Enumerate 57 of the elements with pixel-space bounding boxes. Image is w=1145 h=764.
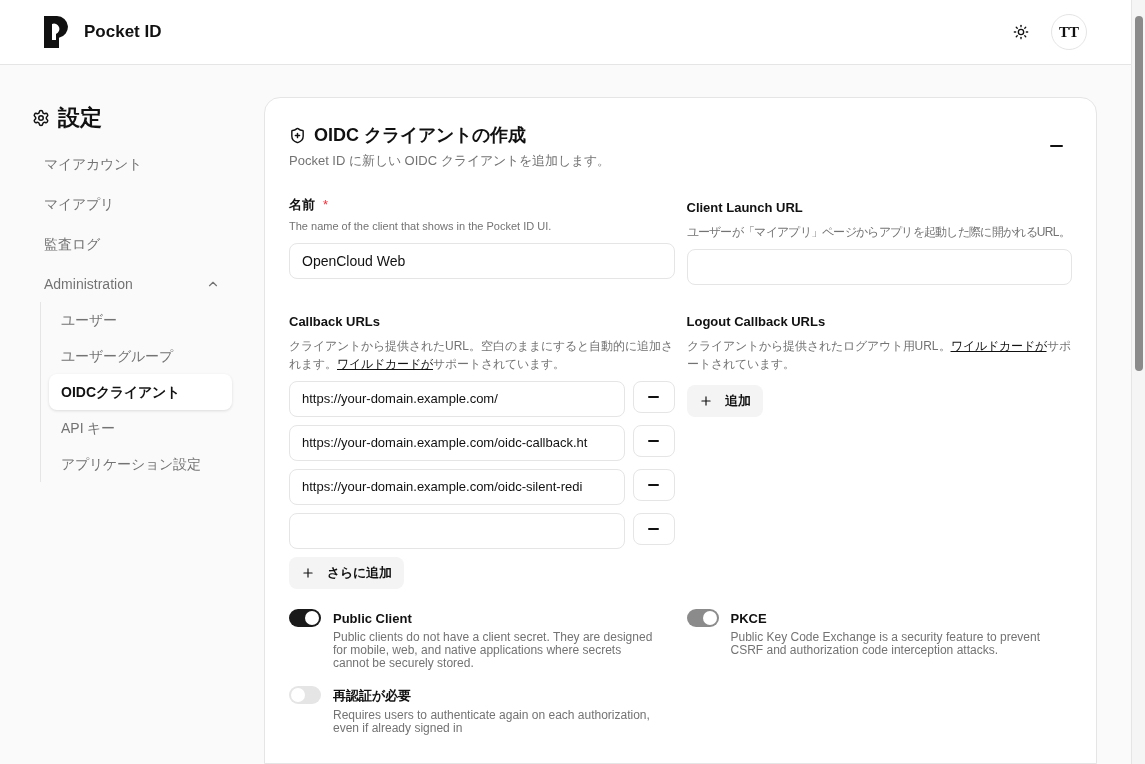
field-label: Callback URLs	[289, 313, 381, 329]
scrollbar[interactable]	[1131, 0, 1145, 764]
minus-icon	[648, 439, 659, 442]
app-name: Pocket ID	[84, 21, 162, 44]
toggle-description: Public clients do not have a client secret. They are designed for mobile, web, and native applications where secrets cannot be securely stored.	[333, 631, 654, 670]
add-more-button[interactable]: さらに追加	[289, 556, 404, 589]
callback-url-input[interactable]: https://your-domain.example.com/oidc-silent-redi	[289, 468, 625, 505]
remove-url-button[interactable]	[632, 468, 675, 501]
wildcard-link[interactable]: ワイルドカードが	[337, 356, 433, 371]
required-mark: *	[323, 195, 329, 214]
sidebar-item[interactable]: マイアプリ	[32, 186, 232, 222]
add-button[interactable]: 追加	[686, 384, 763, 417]
field-label: Client Launch URL	[686, 199, 803, 215]
sidebar-item[interactable]: ユーザーグループ	[49, 338, 232, 374]
card-title: OIDC クライアントの作成	[314, 124, 526, 147]
toggle-description: Public Key Code Exchange is a security feature to prevent CSRF and authorization code interception attacks.	[730, 631, 1041, 657]
field-hint: The name of the client that shows in the Pocket ID UI.	[289, 219, 553, 234]
field-hint: ユーザーが「マイアプリ」ページからアプリを起動した際に開かれるURL。	[686, 223, 1071, 241]
sidebar-item[interactable]: API キー	[49, 410, 232, 446]
field-label: Logout Callback URLs	[686, 313, 826, 329]
sidebar-item[interactable]: OIDCクライアント	[49, 374, 232, 410]
minus-icon	[648, 527, 659, 530]
sidebar-item[interactable]: アプリケーション設定	[49, 446, 232, 482]
toggle-label: PKCE	[730, 609, 768, 628]
toggle-switch[interactable]	[289, 608, 321, 627]
remove-url-button[interactable]	[632, 424, 675, 457]
sidebar-item[interactable]: ユーザー	[49, 302, 232, 338]
settings-icon	[32, 108, 50, 127]
wildcard-link[interactable]: ワイルドカードが	[950, 338, 1047, 353]
minus-icon	[648, 395, 659, 398]
field-label: 名前	[289, 195, 315, 214]
toggle-label: Public Client	[333, 609, 413, 628]
launch-url-input[interactable]	[686, 248, 1072, 285]
settings-title: 設定	[58, 104, 102, 132]
remove-url-button[interactable]	[632, 380, 675, 413]
user-avatar[interactable]: TT	[1051, 14, 1087, 50]
field-hint: クライアントから提供されたURL。空白のままにすると自動的に追加されます。ワイルドカードがサポートされています。	[289, 337, 674, 373]
toggle-switch[interactable]	[289, 686, 321, 704]
field-hint: クライアントから提供されたログアウト用URL。ワイルドカードがサポートされています。	[686, 337, 1072, 373]
plus-icon	[301, 565, 315, 580]
name-input[interactable]: OpenCloud Web	[289, 242, 675, 279]
sidebar-item[interactable]: マイアカウント	[32, 146, 232, 182]
plus-icon	[698, 393, 713, 408]
remove-url-button[interactable]	[632, 512, 675, 545]
callback-url-input[interactable]: https://your-domain.example.com/oidc-callback.ht	[289, 424, 625, 461]
shield-plus-icon	[289, 127, 306, 144]
callback-url-input[interactable]: https://your-domain.example.com/	[289, 380, 625, 417]
sidebar-item[interactable]: 監査ログ	[32, 226, 232, 262]
minus-icon	[648, 483, 659, 486]
toggle-label: 再認証が必要	[333, 687, 412, 705]
minus-icon	[1049, 145, 1063, 147]
sidebar-group[interactable]: Administration	[32, 266, 232, 302]
callback-url-input[interactable]	[289, 512, 625, 549]
card-subtitle: Pocket ID に新しい OIDC クライアントを追加します。	[289, 152, 610, 170]
logo-icon	[44, 16, 68, 48]
toggle-description: Requires users to authenticate again on each authorization, even if already signed in	[333, 708, 651, 735]
sun-icon	[1013, 24, 1029, 40]
